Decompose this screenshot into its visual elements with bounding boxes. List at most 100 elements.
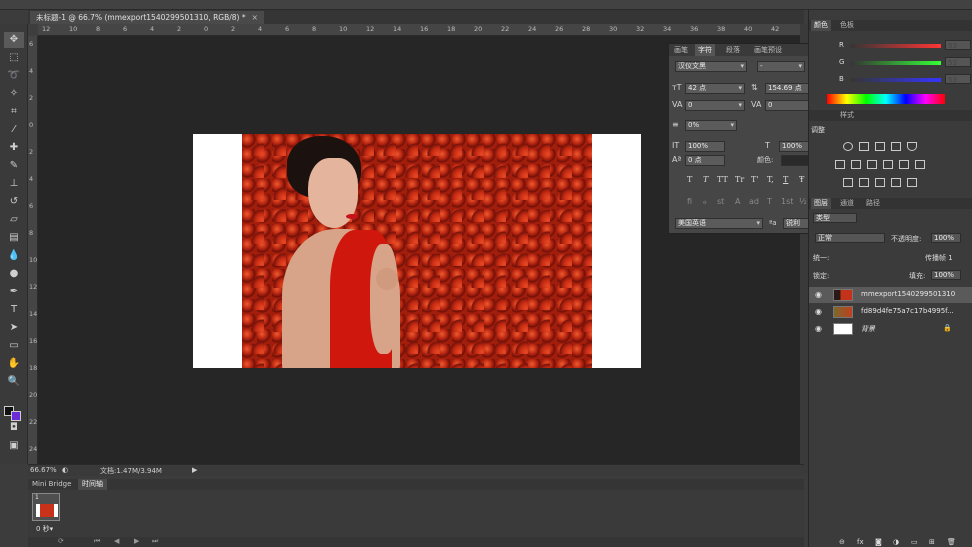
add-mask-icon[interactable]: ◙ — [875, 538, 882, 546]
all-caps-button[interactable]: TT — [717, 175, 728, 184]
type-tool-icon[interactable]: T — [4, 302, 24, 318]
tab-mini-bridge[interactable]: Mini Bridge — [28, 479, 75, 490]
green-slider[interactable]: G 53 — [839, 57, 971, 68]
zoom-level[interactable]: 66.67% — [30, 466, 57, 474]
dodge-tool-icon[interactable]: ● — [4, 266, 24, 282]
ot-discretionary-button[interactable]: st — [717, 197, 724, 206]
loop-icon[interactable]: ⟳ — [58, 537, 64, 545]
red-slider[interactable]: R 53 — [839, 40, 971, 51]
font-size-field[interactable]: 42 点 — [685, 83, 745, 94]
tab-character[interactable]: 字符 — [695, 44, 715, 56]
tab-brush-presets[interactable]: 画笔预设 — [751, 44, 785, 56]
eye-icon[interactable]: ◉ — [815, 290, 822, 299]
marquee-tool-icon[interactable]: ⬚ — [4, 50, 24, 66]
kerning-field[interactable]: 0 — [685, 100, 745, 111]
layer-name[interactable]: 背景 — [861, 324, 875, 334]
move-tool-icon[interactable]: ✥ — [4, 32, 24, 48]
blur-tool-icon[interactable]: 💧 — [4, 248, 24, 264]
tab-paragraph[interactable]: 段落 — [723, 44, 743, 56]
superscript-button[interactable]: T' — [751, 175, 759, 184]
new-group-icon[interactable]: ▭ — [911, 538, 918, 546]
strikethrough-button[interactable]: Ŧ — [799, 175, 804, 184]
link-layers-icon[interactable]: ⊖ — [839, 538, 845, 546]
animation-frame[interactable]: 1 — [32, 493, 60, 521]
red-value[interactable]: 53 — [945, 40, 971, 50]
hand-tool-icon[interactable]: ✋ — [4, 356, 24, 372]
layer-row[interactable]: ◉ mmexport1540299501310 — [809, 287, 972, 303]
shape-tool-icon[interactable]: ▭ — [4, 338, 24, 354]
tsume-field[interactable]: 0% — [685, 120, 737, 131]
zoom-tool-icon[interactable]: 🔍 — [4, 374, 24, 390]
magic-wand-icon[interactable]: ✧ — [4, 86, 24, 102]
next-frame-icon[interactable]: ⏭ — [152, 537, 158, 546]
exposure-icon[interactable] — [891, 142, 901, 151]
status-info-icon[interactable]: ◐ — [62, 466, 68, 474]
layer-name[interactable]: mmexport1540299501310 — [861, 290, 955, 298]
hue-saturation-icon[interactable] — [835, 160, 845, 169]
posterize-icon[interactable] — [859, 178, 869, 187]
gradient-map-icon[interactable] — [891, 178, 901, 187]
curves-icon[interactable] — [875, 142, 885, 151]
layer-filter-select[interactable]: 类型 — [813, 213, 857, 223]
green-value[interactable]: 53 — [945, 57, 971, 67]
invert-icon[interactable] — [843, 178, 853, 187]
delete-layer-icon[interactable]: 🗑 — [947, 538, 956, 546]
tab-adjustments-short[interactable] — [811, 110, 817, 121]
vertical-scale-field[interactable]: 100% — [685, 141, 725, 152]
gradient-tool-icon[interactable]: ▤ — [4, 230, 24, 246]
quick-mask-icon[interactable]: ◘ — [4, 420, 24, 436]
small-caps-button[interactable]: Tr — [735, 175, 744, 184]
tab-paths[interactable]: 路径 — [863, 198, 883, 209]
color-balance-icon[interactable] — [851, 160, 861, 169]
baseline-shift-field[interactable]: 0 点 — [685, 155, 725, 166]
layer-row[interactable]: ◉ fd89d4fe75a7c17b4995f... — [809, 304, 972, 320]
propagate-frame-checkbox[interactable]: 传播帧 1 — [925, 253, 953, 263]
ot-ordinals-button[interactable]: 1st — [781, 197, 793, 206]
ruler-origin[interactable] — [28, 24, 38, 36]
vibrance-icon[interactable] — [907, 142, 917, 151]
faux-italic-button[interactable]: T — [703, 175, 708, 184]
eye-icon[interactable]: ◉ — [815, 324, 822, 333]
healing-brush-icon[interactable]: ✚ — [4, 140, 24, 156]
blend-mode-select[interactable]: 正常 — [815, 233, 885, 243]
fill-field[interactable]: 100% — [931, 270, 961, 280]
first-frame-icon[interactable]: ⏮ — [94, 537, 100, 546]
history-brush-icon[interactable]: ↺ — [4, 194, 24, 210]
language-select[interactable]: 美国英语 — [675, 218, 763, 229]
ot-fractions-button[interactable]: ½ — [799, 197, 807, 206]
play-icon[interactable]: ▶ — [134, 537, 139, 545]
screen-mode-icon[interactable]: ▣ — [4, 438, 24, 454]
levels-icon[interactable] — [859, 142, 869, 151]
subscript-button[interactable]: T, — [767, 175, 774, 184]
black-white-icon[interactable] — [867, 160, 877, 169]
document-tab[interactable]: 未标题-1 @ 66.7% (mmexport1540299501310, RG… — [30, 11, 264, 24]
tab-channels[interactable]: 通道 — [837, 198, 857, 209]
eye-icon[interactable]: ◉ — [815, 307, 822, 316]
stamp-tool-icon[interactable]: ⊥ — [4, 176, 24, 192]
eraser-tool-icon[interactable]: ▱ — [4, 212, 24, 228]
vertical-ruler[interactable]: 6 4 2 0 2 4 6 8 10 12 14 16 18 20 22 24 — [28, 36, 38, 464]
color-lookup-icon[interactable] — [915, 160, 925, 169]
faux-bold-button[interactable]: T — [687, 175, 692, 184]
ot-stylistic-button[interactable]: ad — [749, 197, 759, 206]
threshold-icon[interactable] — [875, 178, 885, 187]
selective-color-icon[interactable] — [907, 178, 917, 187]
photo-layer-image[interactable] — [242, 134, 592, 368]
tab-color[interactable]: 颜色 — [811, 20, 831, 31]
tab-swatches[interactable]: 色板 — [837, 20, 857, 31]
crop-tool-icon[interactable]: ⌗ — [4, 104, 24, 120]
ot-titling-button[interactable]: T — [767, 197, 772, 206]
horizontal-ruler[interactable]: 12 10 8 6 4 2 0 2 4 6 8 10 12 14 16 18 20 22 24 26 28 30 32 34 3… — [38, 24, 800, 36]
channel-mixer-icon[interactable] — [899, 160, 909, 169]
tab-timeline[interactable]: 时间轴 — [78, 479, 107, 490]
eyedropper-icon[interactable]: ⁄ — [4, 122, 24, 138]
layer-style-icon[interactable]: fx — [857, 538, 864, 546]
path-selection-icon[interactable]: ➤ — [4, 320, 24, 336]
new-layer-icon[interactable]: ⊞ — [929, 538, 935, 546]
prev-frame-icon[interactable]: ◀ — [114, 537, 119, 545]
blue-slider[interactable]: B 53 — [839, 74, 971, 85]
ot-swash-button[interactable]: A — [735, 197, 740, 206]
close-icon[interactable]: × — [252, 13, 258, 22]
status-menu-arrow-icon[interactable]: ▶ — [192, 466, 197, 474]
adjustment-layer-icon[interactable]: ◑ — [893, 538, 899, 546]
